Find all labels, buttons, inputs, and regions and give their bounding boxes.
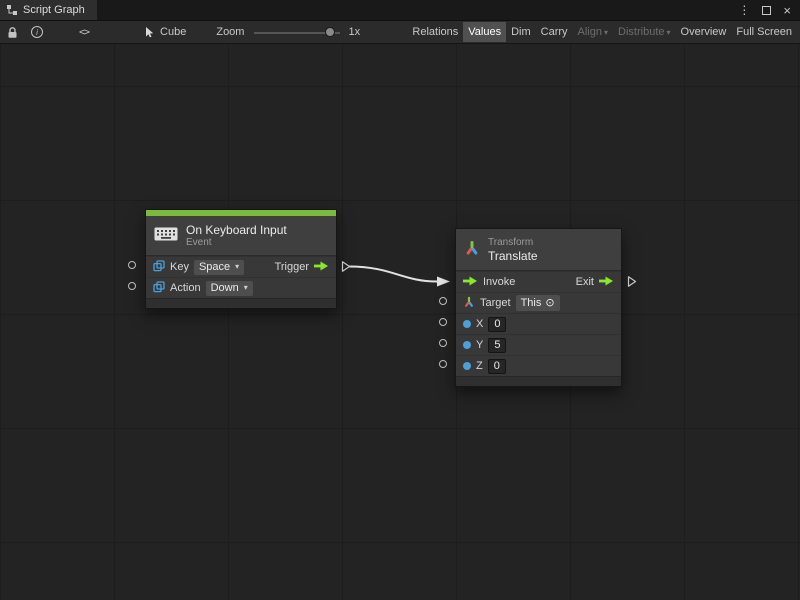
distribute-button[interactable]: Distribute▾ xyxy=(613,22,675,42)
y-row: Y 5 xyxy=(456,334,621,355)
z-value-input[interactable]: 0 xyxy=(488,359,506,374)
action-dropdown[interactable]: Down ▾ xyxy=(206,281,253,296)
y-value-input[interactable]: 5 xyxy=(488,338,506,353)
object-picker-icon: ⊙ xyxy=(545,296,554,309)
action-row: Action Down ▾ xyxy=(146,277,336,298)
target-row: Target This ⊙ xyxy=(456,292,621,313)
graph-toolbar: i <> Cube Zoom 1x Relations Values Dim C… xyxy=(0,20,800,44)
node-category: Transform xyxy=(488,237,538,249)
info-icon[interactable]: i xyxy=(31,26,43,38)
chevron-down-icon: ▾ xyxy=(604,28,608,37)
action-label: Action xyxy=(170,282,201,294)
invoke-row: Invoke Exit xyxy=(456,271,621,292)
transform-icon xyxy=(464,240,480,259)
node-title: Translate xyxy=(488,249,538,263)
align-button[interactable]: Align▾ xyxy=(573,22,613,42)
trigger-arrow-icon[interactable] xyxy=(314,261,329,274)
action-input-port[interactable] xyxy=(128,282,136,290)
y-label: Y xyxy=(476,339,483,351)
tab-script-graph[interactable]: Script Graph xyxy=(0,0,97,20)
target-object-button[interactable]: This ⊙ xyxy=(516,295,560,311)
transform-mini-icon xyxy=(463,296,475,311)
exit-output-port[interactable] xyxy=(627,275,637,293)
key-label: Key xyxy=(170,261,189,273)
zoom-value: 1x xyxy=(348,26,360,38)
x-port-dot xyxy=(463,320,471,328)
connection-edge xyxy=(0,44,800,600)
y-input-port[interactable] xyxy=(439,339,447,347)
lock-icon[interactable] xyxy=(6,26,19,39)
trigger-label: Trigger xyxy=(275,261,309,273)
invoke-arrow-icon[interactable] xyxy=(463,276,478,289)
chevron-down-icon: ▾ xyxy=(667,28,671,37)
x-value-input[interactable]: 0 xyxy=(488,317,506,332)
y-port-dot xyxy=(463,341,471,349)
fullscreen-button[interactable]: Full Screen xyxy=(731,22,797,42)
graph-canvas[interactable]: On Keyboard Input Event Key Space ▾ Trig… xyxy=(0,44,800,600)
carry-button[interactable]: Carry xyxy=(536,22,573,42)
keyboard-icon xyxy=(154,226,178,245)
x-label: X xyxy=(476,318,483,330)
pointer-icon xyxy=(143,26,155,38)
graph-object-name: Cube xyxy=(160,26,186,38)
overview-button[interactable]: Overview xyxy=(676,22,732,42)
node-title: On Keyboard Input xyxy=(186,223,287,237)
maximize-icon[interactable] xyxy=(762,6,771,15)
tab-title: Script Graph xyxy=(23,4,85,16)
x-input-port[interactable] xyxy=(439,318,447,326)
value-port-icon xyxy=(153,281,165,296)
zoom-label: Zoom xyxy=(216,26,244,38)
invoke-label: Invoke xyxy=(483,276,515,288)
value-port-icon xyxy=(153,260,165,275)
chevron-down-icon: ▾ xyxy=(235,262,239,271)
window-tab-bar: Script Graph ⋮ × xyxy=(0,0,800,20)
trigger-output-port[interactable] xyxy=(341,260,351,278)
target-input-port[interactable] xyxy=(439,297,447,305)
key-row: Key Space ▾ Trigger xyxy=(146,256,336,277)
key-dropdown[interactable]: Space ▾ xyxy=(194,260,244,275)
x-row: X 0 xyxy=(456,313,621,334)
node-on-keyboard-input[interactable]: On Keyboard Input Event Key Space ▾ Trig… xyxy=(145,209,337,309)
key-input-port[interactable] xyxy=(128,261,136,269)
exit-label: Exit xyxy=(576,276,594,288)
window-menu-icon[interactable]: ⋮ xyxy=(738,4,750,16)
target-label: Target xyxy=(480,297,511,309)
values-button[interactable]: Values xyxy=(463,22,506,42)
code-icon[interactable]: <> xyxy=(79,27,89,38)
node-subtitle: Event xyxy=(186,237,287,249)
z-port-dot xyxy=(463,362,471,370)
zoom-slider-knob[interactable] xyxy=(325,27,335,37)
node-footer xyxy=(456,376,621,386)
chevron-down-icon: ▾ xyxy=(244,283,248,292)
exit-arrow-icon[interactable] xyxy=(599,276,614,289)
zoom-slider[interactable] xyxy=(254,27,340,37)
node-footer xyxy=(146,298,336,308)
close-icon[interactable]: × xyxy=(783,4,791,17)
node-translate[interactable]: Transform Translate Invoke Exit xyxy=(455,228,622,387)
relations-button[interactable]: Relations xyxy=(407,22,463,42)
script-graph-icon xyxy=(6,4,18,16)
z-label: Z xyxy=(476,360,483,372)
z-row: Z 0 xyxy=(456,355,621,376)
node-header[interactable]: Transform Translate xyxy=(456,229,621,271)
z-input-port[interactable] xyxy=(439,360,447,368)
dim-button[interactable]: Dim xyxy=(506,22,536,42)
node-header[interactable]: On Keyboard Input Event xyxy=(146,216,336,256)
